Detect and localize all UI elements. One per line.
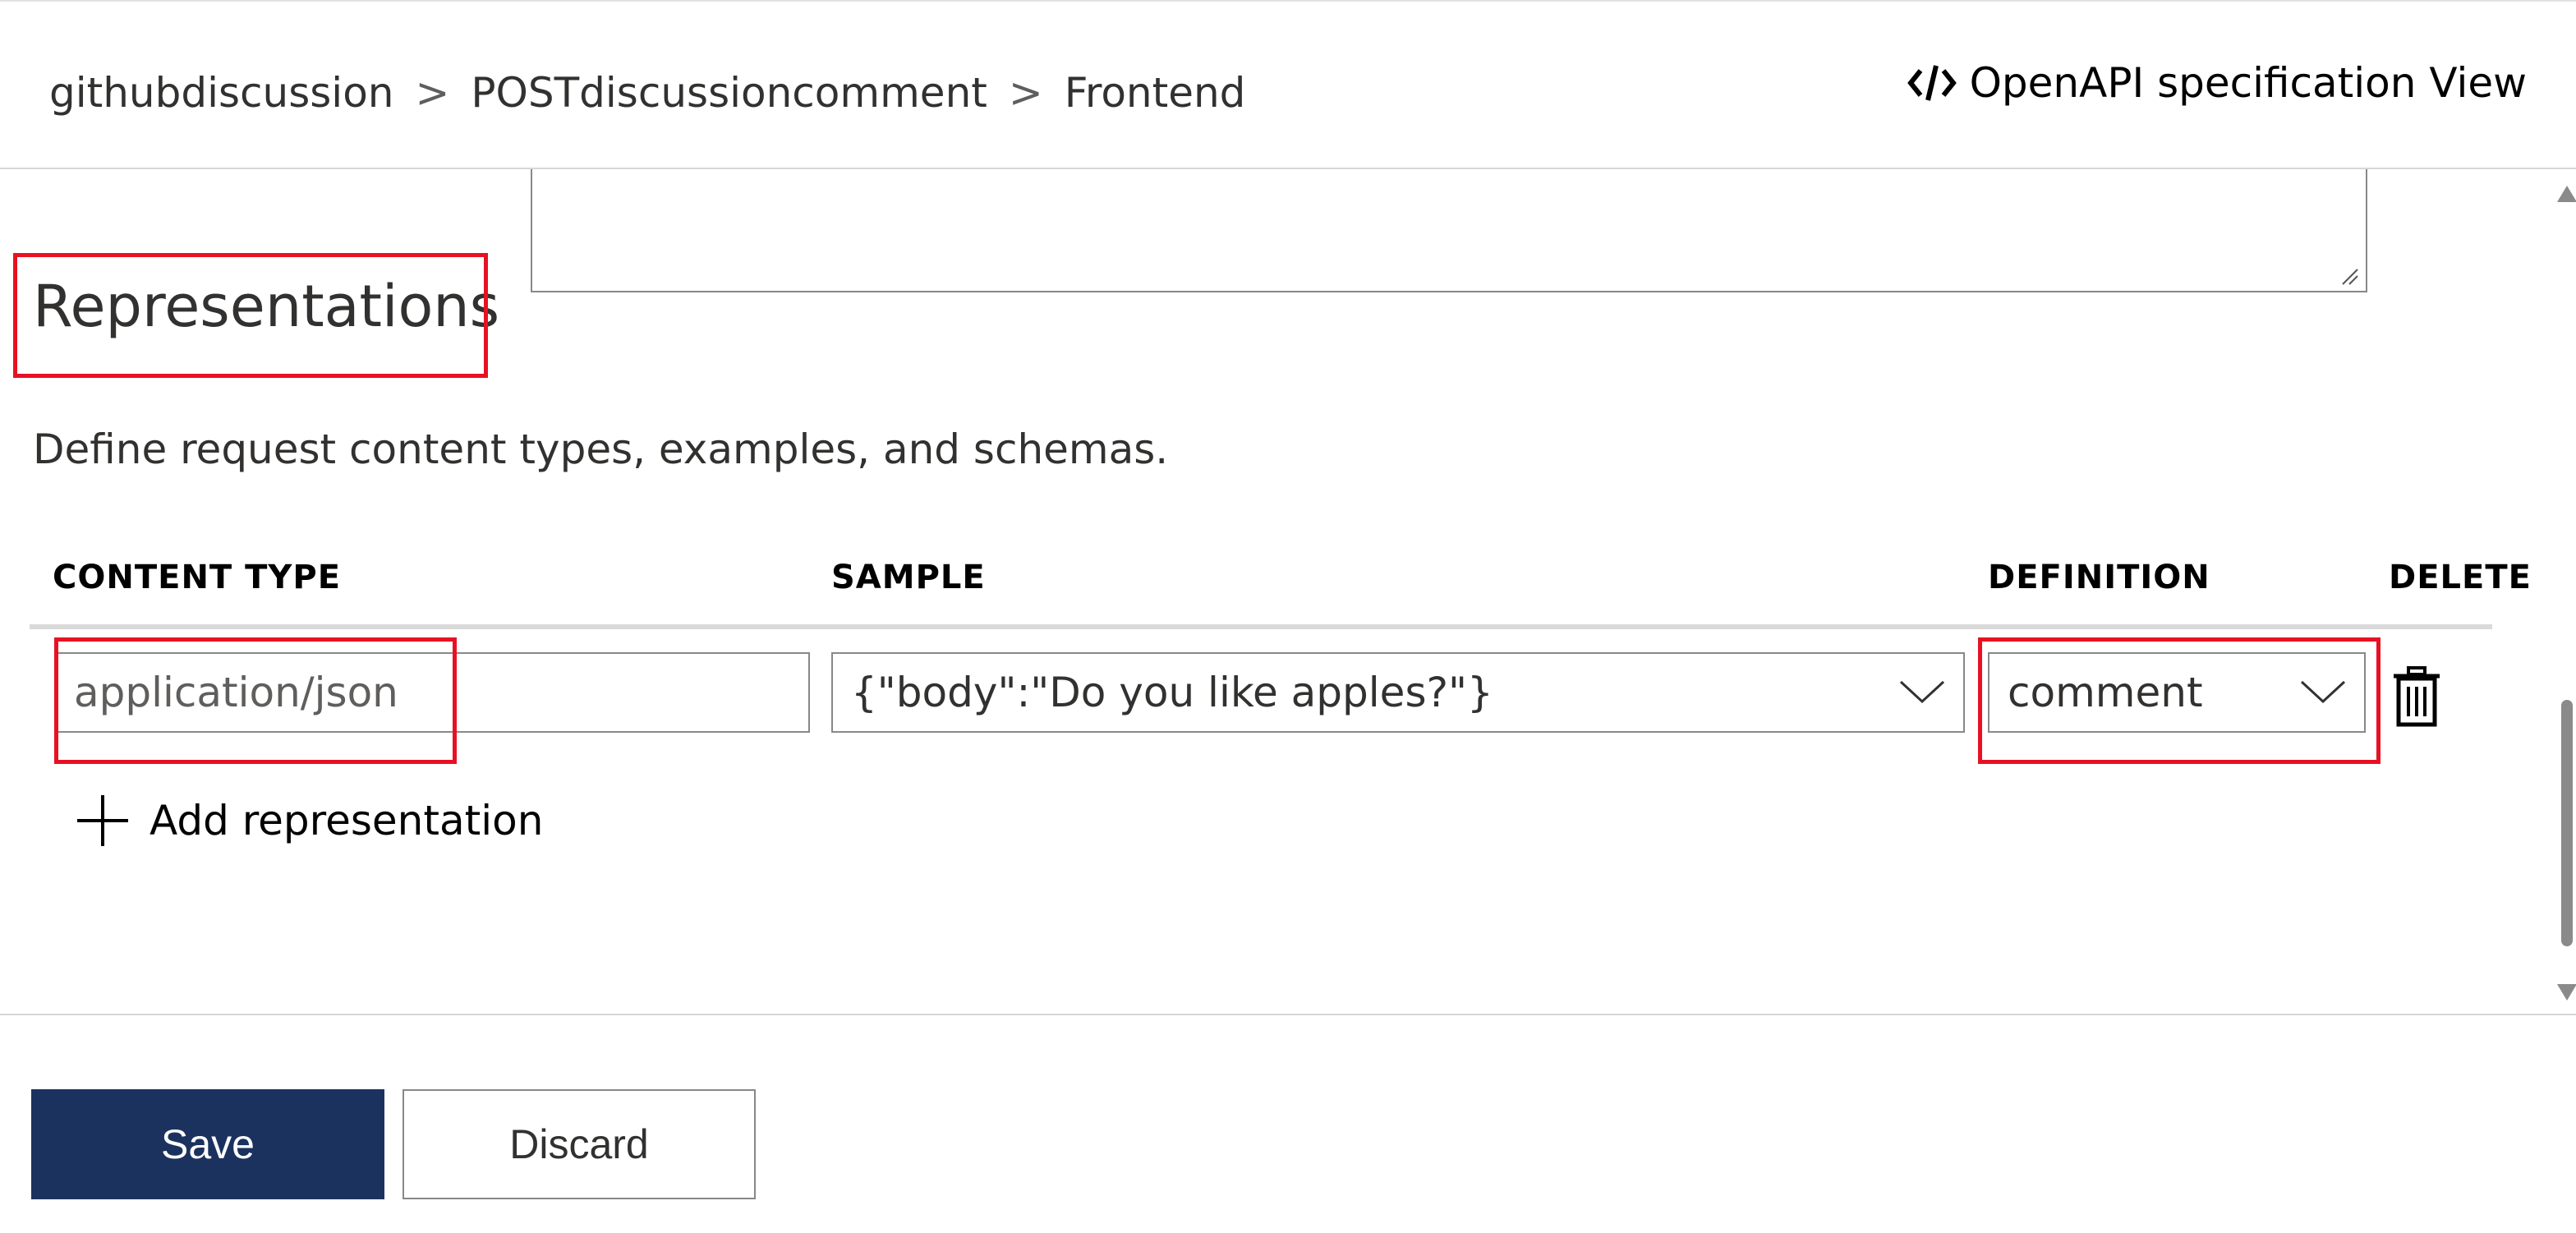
save-button[interactable]: Save — [31, 1089, 384, 1199]
code-icon — [1907, 65, 1957, 101]
highlight-box-definition — [1978, 637, 2380, 764]
chevron-down-icon — [1899, 680, 1945, 704]
column-header-sample: SAMPLE — [831, 559, 986, 596]
column-header-definition: DEFINITION — [1988, 559, 2210, 596]
resize-grip-icon[interactable] — [2339, 266, 2359, 286]
add-representation-label: Add representation — [150, 797, 544, 844]
header-divider — [30, 624, 2492, 629]
breadcrumb-item-operation[interactable]: POSTdiscussioncomment — [471, 69, 987, 117]
highlight-box-content-type — [54, 637, 457, 764]
highlight-box-title — [13, 253, 488, 378]
breadcrumb-separator: > — [1008, 69, 1043, 117]
trash-icon[interactable] — [2389, 665, 2445, 728]
column-header-content-type: CONTENT TYPE — [53, 559, 342, 596]
sample-dropdown[interactable]: {"body":"Do you like apples?"} — [831, 652, 1965, 733]
breadcrumb: githubdiscussion > POSTdiscussioncomment… — [49, 69, 1245, 117]
scrollbar-thumb[interactable] — [2561, 700, 2573, 946]
discard-button[interactable]: Discard — [402, 1089, 756, 1199]
breadcrumb-item-api[interactable]: githubdiscussion — [49, 69, 393, 117]
page-header: githubdiscussion > POSTdiscussioncomment… — [0, 0, 2576, 169]
scroll-up-arrow-icon[interactable] — [2557, 186, 2576, 202]
vertical-scrollbar[interactable] — [2550, 169, 2576, 1014]
breadcrumb-item-frontend: Frontend — [1064, 69, 1246, 117]
description-textarea[interactable] — [531, 169, 2367, 292]
column-header-delete: DELETE — [2389, 559, 2532, 596]
section-description: Define request content types, examples, … — [33, 426, 1169, 473]
breadcrumb-separator: > — [415, 69, 450, 117]
scroll-down-arrow-icon[interactable] — [2557, 984, 2576, 1001]
openapi-spec-view-button[interactable]: OpenAPI specification View — [1907, 59, 2527, 107]
plus-icon — [77, 795, 128, 846]
footer-bar — [0, 1014, 2576, 1233]
openapi-spec-view-label: OpenAPI specification View — [1969, 59, 2527, 107]
sample-dropdown-value: {"body":"Do you like apples?"} — [851, 669, 1493, 716]
add-representation-button[interactable]: Add representation — [76, 794, 543, 848]
